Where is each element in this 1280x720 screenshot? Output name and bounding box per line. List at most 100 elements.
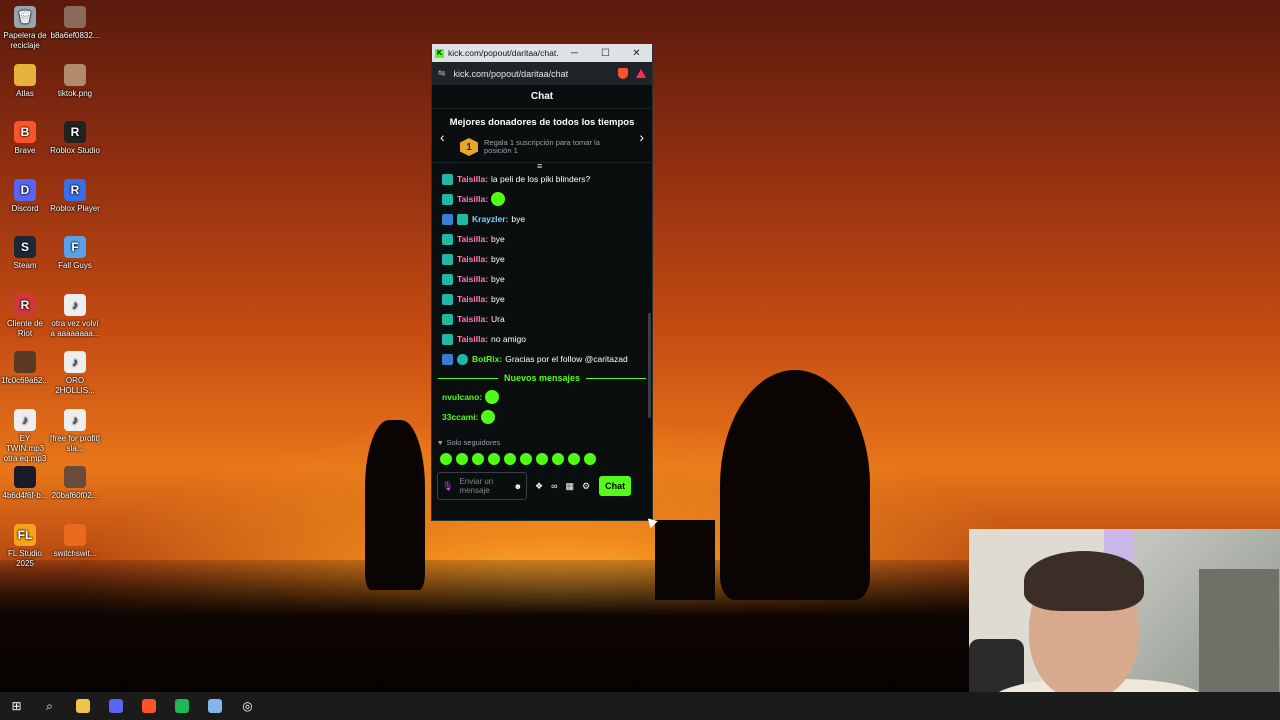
chat-message[interactable]: Taisilla: la peli de los piki blinders? (432, 169, 652, 189)
kick-logo-icon: K (435, 48, 444, 58)
chat-header: Chat (432, 85, 652, 109)
chat-username[interactable]: Taisilla: (457, 334, 488, 344)
app-icon: R (64, 121, 86, 143)
chat-username[interactable]: 33ccami: (442, 412, 478, 422)
chat-message[interactable]: Taisilla: bye (432, 289, 652, 309)
desktop-icon[interactable]: F Fall Guys (50, 236, 100, 271)
chat-message[interactable]: BotRix: Gracias por el follow @caritazad (432, 349, 652, 369)
app-icon: ♪ (14, 408, 36, 431)
desktop-icon[interactable]: 🗑 Papelera de reciclaje (0, 6, 50, 51)
desktop-icon[interactable]: R Roblox Studio (50, 121, 100, 156)
emote[interactable] (552, 453, 564, 465)
minimize-button[interactable]: ─ (559, 48, 590, 59)
chat-text: bye (491, 274, 505, 284)
chat-text: Gracias por el follow @caritazad (505, 354, 628, 364)
taskbar-search-icon[interactable]: ⌕ (33, 692, 66, 720)
desktop-icon[interactable]: R Roblox Player (50, 178, 100, 214)
chat-username[interactable]: nvulcano: (442, 392, 482, 402)
chat-username[interactable]: Taisilla: (457, 194, 488, 204)
emote[interactable] (440, 453, 452, 465)
taskbar-obs-icon[interactable]: ◎ (231, 692, 264, 720)
chat-username[interactable]: Krayzler: (472, 214, 508, 224)
desktop-icon-label: 1fc0c69a62... (0, 376, 50, 385)
chat-messages[interactable]: ≡ Taisilla: la peli de los piki blinders?… (432, 161, 652, 435)
sub-badge-icon (442, 253, 453, 265)
taskbar-spotify-icon[interactable] (165, 692, 198, 720)
chevron-right-icon[interactable]: › (639, 129, 644, 145)
emoji-icon[interactable]: ☻ (514, 482, 522, 491)
gift-icon[interactable]: ❖ (535, 481, 543, 492)
chat-message[interactable]: Taisilla: no amigo (432, 329, 652, 349)
microphone-icon[interactable]: 🎙 (442, 481, 453, 492)
new-messages-divider: Nuevos mensajes (432, 369, 652, 387)
taskbar-file-explorer-icon[interactable] (66, 692, 99, 720)
chat-username[interactable]: Taisilla: (457, 274, 488, 284)
desktop-icon[interactable]: 1fc0c69a62... (0, 351, 50, 386)
scroll-pause-icon[interactable]: ≡ (537, 161, 542, 171)
desktop-icon[interactable]: tiktok.png (50, 63, 100, 99)
chat-message[interactable]: Taisilla: bye (432, 249, 652, 269)
desktop-icon[interactable]: R Cliente de Riot (0, 293, 50, 339)
chat-username[interactable]: Taisilla: (457, 254, 488, 264)
settings-gear-icon[interactable]: ⚙ (582, 481, 590, 492)
store-icon[interactable]: ▦ (566, 481, 575, 492)
chat-text: bye (511, 214, 526, 224)
chat-username[interactable]: Taisilla: (457, 294, 488, 304)
chat-message[interactable]: Krayzler: bye (432, 209, 652, 229)
chat-text: bye (491, 254, 505, 264)
chat-message[interactable]: nvulcano: (432, 387, 652, 407)
desktop-icon[interactable]: ♪ EY TWIN.mp3 otra eq.mp3 (0, 408, 50, 464)
maximize-button[interactable]: ☐ (590, 48, 621, 59)
chat-text: Ura (491, 314, 505, 324)
address-bar[interactable]: ⇋ kick.com/popout/daritaa/chat (432, 62, 652, 85)
chat-message[interactable]: Taisilla: bye (432, 229, 652, 249)
chat-message[interactable]: Taisilla: (432, 189, 652, 209)
chat-message[interactable]: Taisilla: Ura (432, 309, 652, 329)
desktop-icon[interactable]: switchswit... (50, 523, 100, 559)
desktop-icon[interactable]: b8a6ef0832... (50, 6, 100, 41)
chat-message[interactable]: 33ccami: (432, 407, 652, 427)
taskbar-start-icon[interactable]: ⊞ (0, 692, 33, 720)
url-text[interactable]: kick.com/popout/daritaa/chat (454, 69, 614, 79)
emote[interactable] (536, 453, 548, 465)
site-settings-icon[interactable]: ⇋ (438, 68, 446, 79)
emote[interactable] (504, 453, 516, 465)
chat-username[interactable]: Taisilla: (457, 234, 488, 244)
desktop-icon[interactable]: Atlas (0, 63, 50, 99)
message-input[interactable]: 🎙 Enviar un mensaje ☻ (437, 472, 527, 500)
emote[interactable] (456, 453, 468, 465)
chat-username[interactable]: Taisilla: (457, 174, 488, 184)
chat-username[interactable]: Taisilla: (457, 314, 488, 324)
app-icon: FL (14, 523, 36, 546)
emote[interactable] (488, 453, 500, 465)
desktop-icon[interactable]: 4b6d4f6f-b... (0, 466, 50, 501)
taskbar-brave-icon[interactable] (132, 692, 165, 720)
desktop-icon[interactable]: FL FL Studio 2025 (0, 523, 50, 569)
emote[interactable] (520, 453, 532, 465)
chat-username[interactable]: BotRix: (472, 354, 502, 364)
brave-rewards-icon[interactable] (636, 69, 646, 78)
desktop-icon[interactable]: ♪ otra vez volví a aaaaaaaa... (50, 293, 100, 339)
taskbar-notepad-icon[interactable] (198, 692, 231, 720)
infinity-icon[interactable]: ∞ (551, 481, 557, 491)
taskbar-discord-icon[interactable] (99, 692, 132, 720)
emote[interactable] (472, 453, 484, 465)
chat-message[interactable]: Taisilla: bye (432, 269, 652, 289)
window-titlebar[interactable]: K kick.com/popout/daritaa/chat... ─ ☐ ✕ (432, 44, 652, 62)
chevron-left-icon[interactable]: ‹ (440, 129, 445, 145)
desktop-icon-label: tiktok.png (57, 88, 93, 98)
emote[interactable] (568, 453, 580, 465)
chat-popup-window[interactable]: K kick.com/popout/daritaa/chat... ─ ☐ ✕ … (431, 43, 653, 521)
emote[interactable] (584, 453, 596, 465)
desktop-icon[interactable]: B Brave (0, 121, 50, 156)
desktop-icon[interactable]: S Steam (0, 236, 50, 271)
send-chat-button[interactable]: Chat (599, 476, 632, 496)
desktop-icon[interactable]: ♪ ORO 2HOLLIS... (50, 351, 100, 396)
close-button[interactable]: ✕ (621, 48, 652, 59)
desktop-icon[interactable]: D Discord (0, 178, 50, 214)
chat-scrollbar[interactable] (648, 313, 651, 418)
brave-shield-icon[interactable] (618, 68, 628, 79)
desktop-icon[interactable]: 20baf60f02... (50, 466, 100, 501)
quick-emote-bar[interactable] (432, 449, 652, 469)
desktop-icon[interactable]: ♪ [free for profit] sla... (50, 408, 100, 454)
